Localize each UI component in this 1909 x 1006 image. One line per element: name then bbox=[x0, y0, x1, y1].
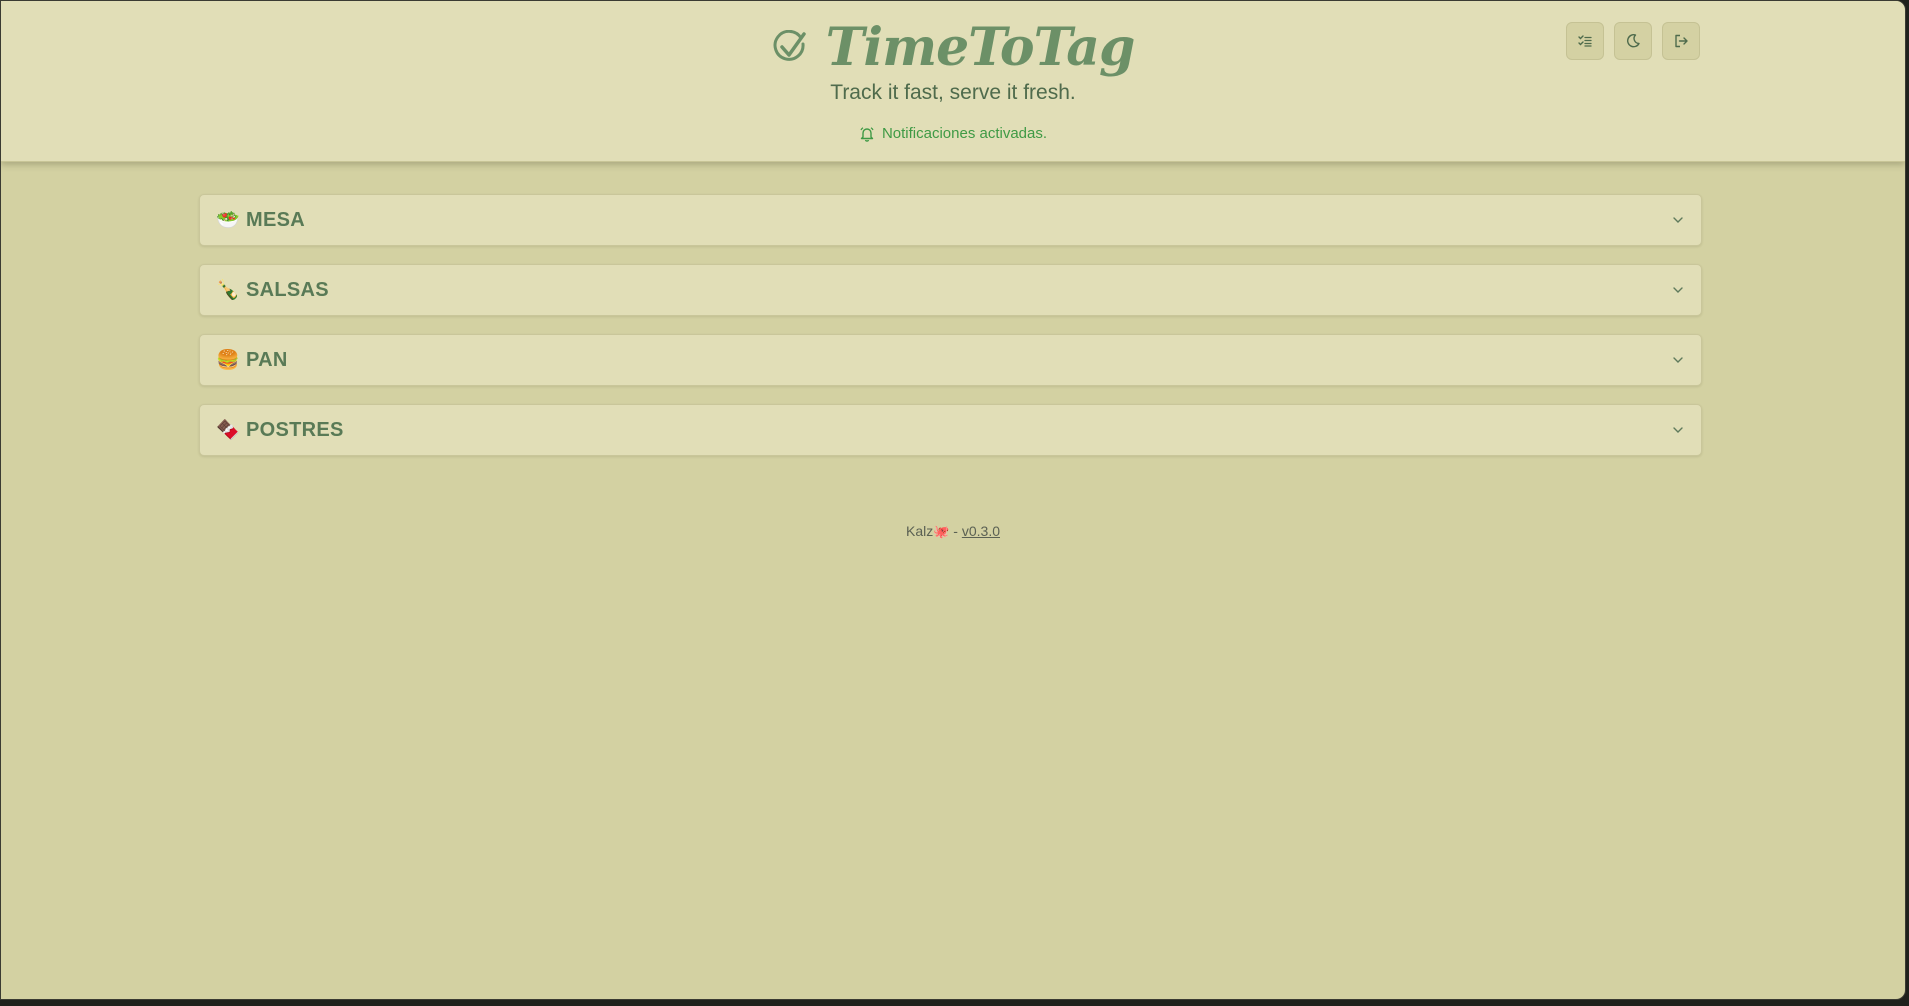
logout-button[interactable] bbox=[1662, 22, 1700, 60]
bell-icon bbox=[860, 126, 874, 142]
chevron-down-icon bbox=[1673, 357, 1683, 363]
chevron-down-icon bbox=[1673, 287, 1683, 293]
tasks-button[interactable] bbox=[1566, 22, 1604, 60]
bottle-icon: 🍾 bbox=[216, 279, 240, 301]
notification-text: Notificaciones activadas. bbox=[881, 125, 1048, 142]
section-postres[interactable]: 🍫 POSTRES bbox=[199, 404, 1702, 456]
burger-icon: 🍔 bbox=[216, 349, 240, 371]
section-label: SALSAS bbox=[246, 278, 329, 301]
version-link[interactable]: v0.3.0 bbox=[962, 523, 1000, 539]
footer-separator: - bbox=[953, 523, 958, 539]
tagline: Track it fast, serve it fresh. bbox=[830, 81, 1076, 104]
chocolate-icon: 🍫 bbox=[216, 419, 240, 441]
app-title: TimeToTag bbox=[825, 17, 1136, 78]
author-name: Kalz bbox=[905, 523, 934, 539]
section-salsas[interactable]: 🍾 SALSAS bbox=[199, 264, 1702, 316]
section-mesa[interactable]: 🥗 MESA bbox=[199, 194, 1702, 246]
notification-status: Notificaciones activadas. bbox=[1, 125, 1905, 142]
section-label: MESA bbox=[246, 208, 305, 231]
theme-toggle-button[interactable] bbox=[1614, 22, 1652, 60]
list-check-icon bbox=[1578, 35, 1592, 47]
logout-icon bbox=[1675, 34, 1688, 48]
footer: Kalz🐙 - v0.3.0 bbox=[1, 523, 1905, 540]
section-label: POSTRES bbox=[246, 418, 344, 441]
section-label: PAN bbox=[246, 348, 288, 371]
app-window: TimeToTag Track it fast, serve it fresh.… bbox=[0, 0, 1906, 1000]
chevron-down-icon bbox=[1673, 427, 1683, 433]
salad-icon: 🥗 bbox=[216, 209, 240, 231]
sections-list: 🥗 MESA 🍾 SALSAS 🍔 PAN 🍫 POSTRES bbox=[199, 194, 1702, 474]
moon-icon bbox=[1627, 34, 1640, 48]
app-header: TimeToTag Track it fast, serve it fresh.… bbox=[1, 1, 1905, 162]
header-actions bbox=[1566, 22, 1700, 60]
check-circle-icon bbox=[773, 30, 806, 61]
chevron-down-icon bbox=[1673, 217, 1683, 223]
octopus-icon: 🐙 bbox=[933, 524, 950, 539]
section-pan[interactable]: 🍔 PAN bbox=[199, 334, 1702, 386]
